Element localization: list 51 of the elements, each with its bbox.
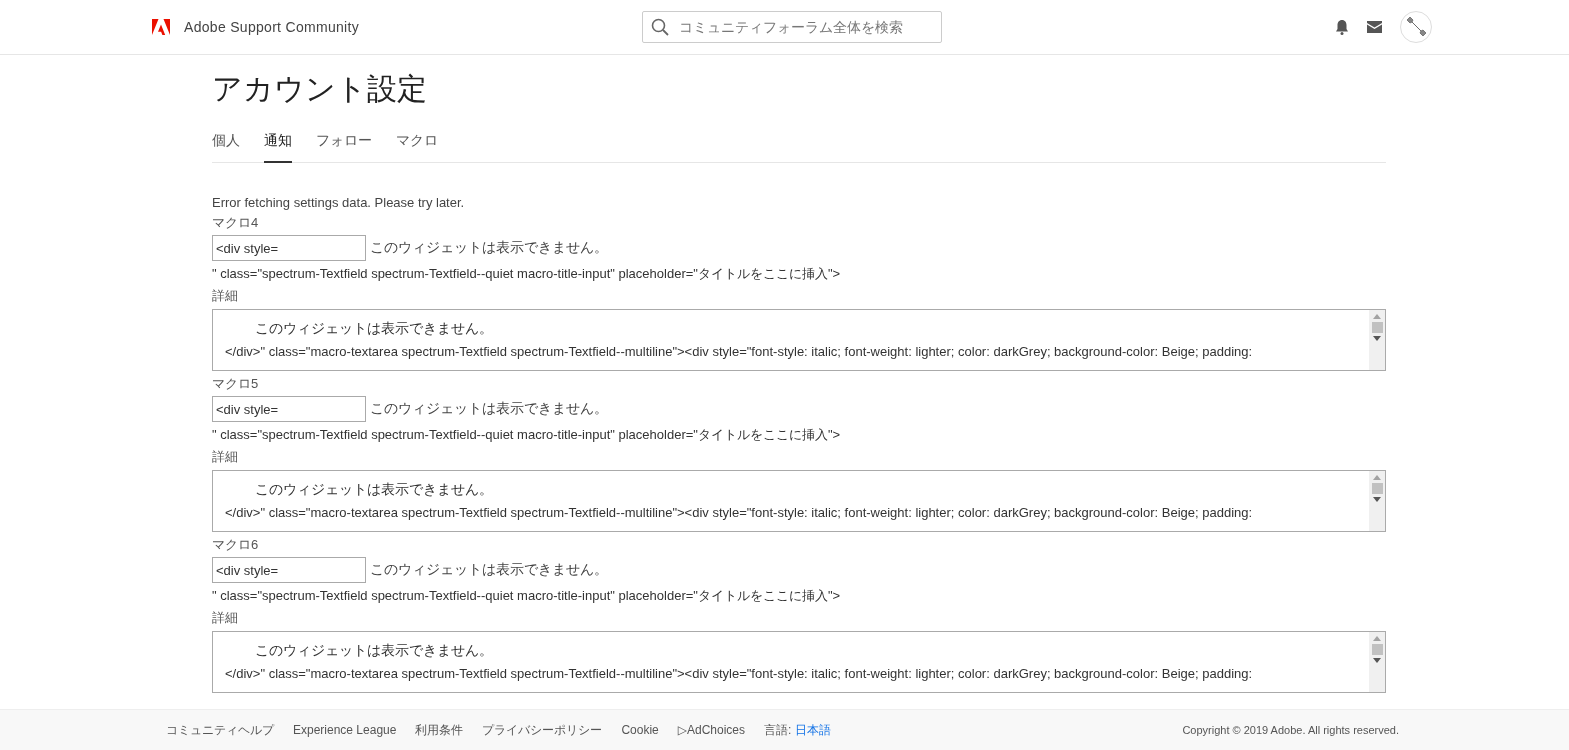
tab[interactable]: 個人 [212, 132, 240, 163]
markup-text: " class="spectrum-Textfield spectrum-Textfield--quiet macro-title-input" placeholder="タイトルをここに挿入"> [212, 265, 842, 283]
scrollbar[interactable] [1369, 632, 1385, 692]
copyright: Copyright © 2019 Adobe. All rights reserved. [1182, 724, 1399, 736]
page-title: アカウント設定 [212, 71, 428, 107]
tab[interactable]: フォロー [316, 132, 372, 163]
details-textarea[interactable]: このウィジェットは表示できません。 </div>" class="macro-textarea spectrum-Textfield spectrum-Textfield--multiline"><div style="font-style: italic; font-weight: lighter; color: darkGrey; background-color: Beige; padding: [212, 631, 1386, 693]
bell-icon[interactable] [1335, 19, 1349, 35]
tab[interactable]: 通知 [264, 132, 292, 163]
envelope-icon[interactable] [1367, 21, 1382, 33]
scroll-thumb[interactable] [1371, 322, 1383, 333]
details-label: 詳細 [212, 288, 239, 304]
details-textarea[interactable]: このウィジェットは表示できません。 </div>" class="macro-textarea spectrum-Textfield spectrum-Textfield--multiline"><div style="font-style: italic; font-weight: lighter; color: darkGrey; background-color: Beige; padding: [212, 309, 1386, 371]
scroll-up-icon[interactable] [1373, 475, 1381, 480]
widget-note: このウィジェットは表示できません。 [370, 239, 608, 257]
title-input[interactable]: <div style= [212, 235, 366, 261]
scrollbar[interactable] [1369, 471, 1385, 531]
macro-name: マクロ4 [212, 215, 260, 231]
error-message: Error fetching settings data. Please try later. [212, 195, 466, 210]
widget-note: このウィジェットは表示できません。 [370, 400, 608, 418]
scroll-up-icon[interactable] [1373, 636, 1381, 641]
search-field[interactable]: コミュニティフォーラム全体を検索 [642, 11, 942, 43]
details-label: 詳細 [212, 610, 239, 626]
scroll-up-icon[interactable] [1373, 314, 1381, 319]
language-label: 言語: [764, 721, 792, 739]
footer-link[interactable]: ▷AdChoices [677, 723, 746, 737]
footer-link[interactable]: 利用条件 [415, 721, 464, 739]
scroll-thumb[interactable] [1371, 644, 1383, 655]
footer-link[interactable]: プライバシーポリシー [482, 721, 603, 739]
footer-link[interactable]: Cookie [621, 723, 659, 737]
search-icon [651, 18, 669, 36]
title-input[interactable]: <div style= [212, 396, 366, 422]
footer-link[interactable]: コミュニティヘルプ [166, 721, 274, 739]
macro-name: マクロ5 [212, 376, 260, 392]
scroll-down-icon[interactable] [1373, 658, 1381, 663]
scrollbar[interactable] [1369, 310, 1385, 370]
language-link[interactable]: 日本語 [795, 721, 832, 739]
details-textarea[interactable]: このウィジェットは表示できません。 </div>" class="macro-textarea spectrum-Textfield spectrum-Textfield--multiline"><div style="font-style: italic; font-weight: lighter; color: darkGrey; background-color: Beige; padding: [212, 470, 1386, 532]
site-title[interactable]: Adobe Support Community [184, 19, 359, 35]
scroll-thumb[interactable] [1371, 483, 1383, 494]
widget-note: このウィジェットは表示できません。 [370, 561, 608, 579]
title-input[interactable]: <div style= [212, 557, 366, 583]
details-label: 詳細 [212, 449, 239, 465]
adobe-logo-icon[interactable] [152, 19, 170, 35]
scroll-down-icon[interactable] [1373, 336, 1381, 341]
footer-link[interactable]: Experience League [293, 723, 397, 737]
tab[interactable]: マクロ [396, 132, 438, 163]
markup-text: " class="spectrum-Textfield spectrum-Textfield--quiet macro-title-input" placeholder="タイトルをここに挿入"> [212, 426, 842, 444]
macro-name: マクロ6 [212, 537, 260, 553]
markup-text: " class="spectrum-Textfield spectrum-Textfield--quiet macro-title-input" placeholder="タイトルをここに挿入"> [212, 587, 842, 605]
scroll-down-icon[interactable] [1373, 497, 1381, 502]
